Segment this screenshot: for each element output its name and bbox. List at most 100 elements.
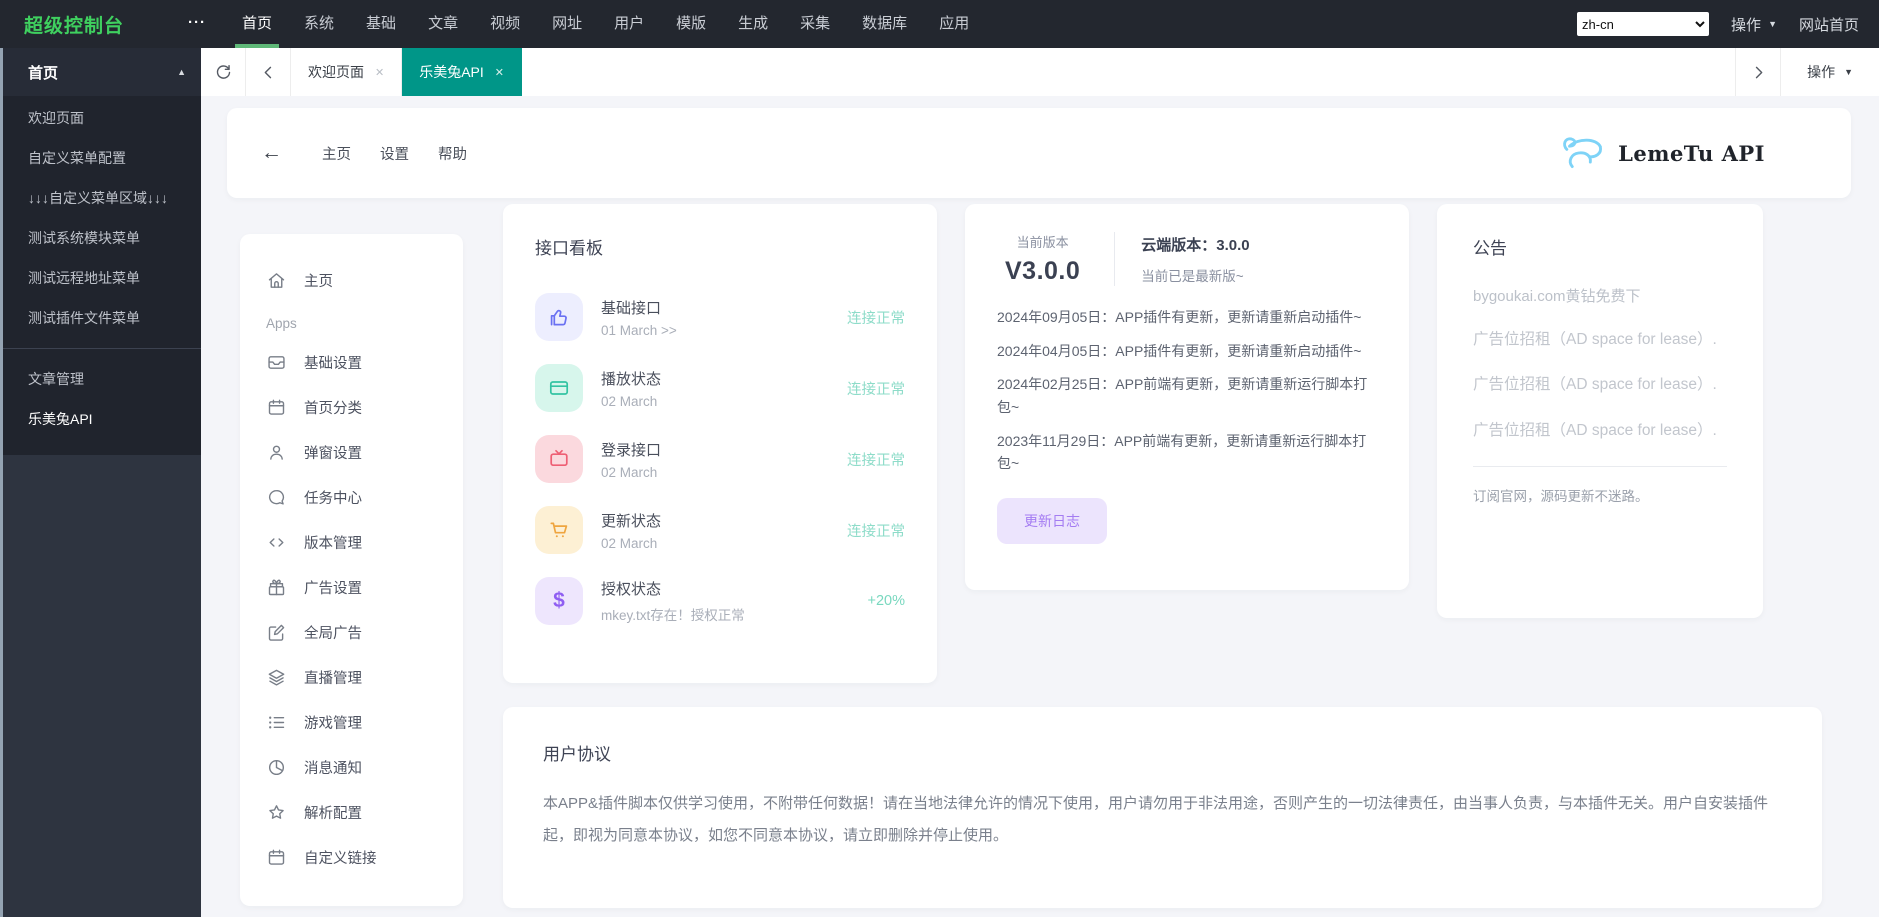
header-link[interactable]: 设置 bbox=[380, 143, 409, 164]
page-header: ← 主页设置帮助 LemeTu API bbox=[227, 108, 1851, 198]
dashboard-row-title: 基础接口 bbox=[601, 297, 677, 318]
sidebar-item[interactable]: 乐美兔API bbox=[0, 399, 201, 439]
menu-item[interactable]: 消息通知 bbox=[240, 745, 463, 790]
home-icon bbox=[266, 270, 287, 291]
tab-scroll-left-button[interactable] bbox=[246, 48, 291, 96]
menu-item[interactable]: 直播管理 bbox=[240, 655, 463, 700]
update-log-button[interactable]: 更新日志 bbox=[997, 498, 1107, 544]
topnav-action-dropdown[interactable]: 操作 ▼ bbox=[1731, 14, 1777, 35]
menu-item-label: 版本管理 bbox=[304, 532, 362, 553]
main-content: ← 主页设置帮助 LemeTu API 主页Apps基础设置首页分类弹窗设置任务… bbox=[201, 96, 1879, 917]
dashboard-row-subtitle: mkey.txt存在！授权正常 bbox=[601, 604, 745, 624]
star-icon bbox=[266, 802, 287, 823]
dashboard-row[interactable]: 更新状态02 March连接正常 bbox=[535, 506, 905, 554]
dashboard-row-info: 播放状态02 March bbox=[601, 368, 661, 409]
dashboard-row[interactable]: 基础接口 01 March >> 连接正常 bbox=[535, 293, 905, 341]
menu-item[interactable]: 任务中心 bbox=[240, 475, 463, 520]
update-log-line: 2024年04月05日：APP插件有更新，更新请重新启动插件~ bbox=[997, 340, 1377, 363]
announcement-footer: 订阅官网，源码更新不迷路。 bbox=[1473, 485, 1727, 505]
sidebar-item[interactable]: 自定义菜单配置 bbox=[0, 138, 201, 178]
menu-item[interactable]: 自定义链接 bbox=[240, 835, 463, 880]
site-home-link[interactable]: 网站首页 bbox=[1799, 14, 1859, 35]
nav-item[interactable]: 模版 bbox=[660, 0, 722, 48]
pie-chart-icon bbox=[266, 757, 287, 778]
topnav-items: 首页系统基础文章视频网址用户模版生成采集数据库应用 bbox=[226, 0, 985, 48]
nav-item[interactable]: 应用 bbox=[923, 0, 985, 48]
menu-item[interactable]: 基础设置 bbox=[240, 340, 463, 385]
menu-item[interactable]: 主页 bbox=[240, 258, 463, 303]
sidebar-item[interactable]: 测试远程地址菜单 bbox=[0, 258, 201, 298]
nav-item[interactable]: 网址 bbox=[536, 0, 598, 48]
triangle-up-icon: ▲ bbox=[177, 67, 186, 77]
update-log-line: 2023年11月29日：APP前端有更新，更新请重新运行脚本打包~ bbox=[997, 430, 1377, 475]
sidebar-scrollbar[interactable] bbox=[0, 48, 3, 917]
tab-label: 欢迎页面 bbox=[308, 62, 364, 82]
refresh-icon bbox=[214, 63, 233, 82]
tab-label: 乐美兔API bbox=[419, 62, 484, 82]
dashboard-row[interactable]: 登录接口02 March连接正常 bbox=[535, 435, 905, 483]
update-log-line: 2024年02月25日：APP前端有更新，更新请重新运行脚本打包~ bbox=[997, 373, 1377, 418]
more-icon[interactable]: ··· bbox=[188, 14, 206, 31]
menu-item[interactable]: 游戏管理 bbox=[240, 700, 463, 745]
menu-item[interactable]: 全局广告 bbox=[240, 610, 463, 655]
tab[interactable]: 乐美兔API ✕ bbox=[402, 48, 522, 96]
tab-action-dropdown[interactable]: 操作 ▼ bbox=[1780, 48, 1879, 96]
code-icon bbox=[266, 532, 287, 553]
nav-item[interactable]: 用户 bbox=[598, 0, 660, 48]
user-icon bbox=[266, 442, 287, 463]
nav-item[interactable]: 采集 bbox=[784, 0, 846, 48]
ad-line: 广告位招租（AD space for lease）. bbox=[1473, 419, 1727, 442]
nav-item[interactable]: 视频 bbox=[474, 0, 536, 48]
tab-scroll-right-button[interactable] bbox=[1735, 48, 1780, 96]
dashboard-row-subtitle: 01 March >> bbox=[601, 323, 677, 338]
nav-item[interactable]: 首页 bbox=[226, 0, 288, 48]
sidebar-item[interactable]: 欢迎页面 bbox=[0, 98, 201, 138]
dollar-icon: $ bbox=[535, 577, 583, 625]
nav-item[interactable]: 数据库 bbox=[846, 0, 923, 48]
sidebar-item[interactable]: 测试插件文件菜单 bbox=[0, 298, 201, 338]
card-title: 接口看板 bbox=[535, 234, 905, 259]
menu-item-label: 主页 bbox=[304, 270, 333, 291]
nav-item[interactable]: 生成 bbox=[722, 0, 784, 48]
caret-down-icon: ▼ bbox=[1844, 67, 1853, 77]
version-card: 当前版本 V3.0.0 云端版本：3.0.0 当前已是最新版~ 2024年09月… bbox=[965, 204, 1409, 590]
close-icon[interactable]: ✕ bbox=[375, 66, 384, 79]
nav-item[interactable]: 基础 bbox=[350, 0, 412, 48]
dashboard-row[interactable]: $授权状态mkey.txt存在！授权正常+20% bbox=[535, 577, 905, 625]
close-icon[interactable]: ✕ bbox=[495, 66, 504, 79]
language-select[interactable]: zh-cn bbox=[1577, 12, 1709, 36]
menu-item[interactable]: 弹窗设置 bbox=[240, 430, 463, 475]
tab[interactable]: 欢迎页面 ✕ bbox=[291, 48, 402, 96]
menu-item[interactable]: 解析配置 bbox=[240, 790, 463, 835]
topnav-right: zh-cn 操作 ▼ 网站首页 bbox=[1577, 12, 1879, 36]
menu-item[interactable]: 广告设置 bbox=[240, 565, 463, 610]
sidebar-menu: 欢迎页面自定义菜单配置↓↓↓自定义菜单区域↓↓↓测试系统模块菜单测试远程地址菜单… bbox=[0, 96, 201, 455]
cloud-version-label: 云端版本：3.0.0 bbox=[1141, 234, 1249, 255]
chevron-right-icon bbox=[1749, 63, 1768, 82]
menu-item-label: 广告设置 bbox=[304, 577, 362, 598]
status-badge: 连接正常 bbox=[847, 307, 905, 328]
refresh-button[interactable] bbox=[201, 48, 246, 96]
top-navbar: 超级控制台 ··· 首页系统基础文章视频网址用户模版生成采集数据库应用 zh-c… bbox=[0, 0, 1879, 48]
nav-item[interactable]: 文章 bbox=[412, 0, 474, 48]
sidebar-item[interactable]: 文章管理 bbox=[0, 359, 201, 399]
menu-item-label: 基础设置 bbox=[304, 352, 362, 373]
list-icon bbox=[266, 712, 287, 733]
header-link[interactable]: 主页 bbox=[322, 143, 351, 164]
sidebar-group-home[interactable]: 首页 ▲ bbox=[0, 48, 201, 96]
dashboard-row-info: 更新状态02 March bbox=[601, 510, 661, 551]
tabbar-right: 操作 ▼ bbox=[1735, 48, 1879, 96]
menu-item[interactable]: 首页分类 bbox=[240, 385, 463, 430]
rabbit-logo-icon bbox=[1560, 134, 1608, 172]
header-link[interactable]: 帮助 bbox=[438, 143, 467, 164]
dashboard-row[interactable]: 播放状态02 March连接正常 bbox=[535, 364, 905, 412]
sidebar-item[interactable]: ↓↓↓自定义菜单区域↓↓↓ bbox=[0, 178, 201, 218]
sidebar-item[interactable]: 测试系统模块菜单 bbox=[0, 218, 201, 258]
back-arrow-icon[interactable]: ← bbox=[261, 141, 282, 165]
nav-item[interactable]: 系统 bbox=[288, 0, 350, 48]
current-version-number: V3.0.0 bbox=[1005, 257, 1080, 286]
menu-item-label: 首页分类 bbox=[304, 397, 362, 418]
agreement-text: 本APP&插件脚本仅供学习使用，不附带任何数据！请在当地法律允许的情况下使用，用… bbox=[543, 788, 1782, 851]
credit-card-icon bbox=[535, 364, 583, 412]
menu-item[interactable]: 版本管理 bbox=[240, 520, 463, 565]
